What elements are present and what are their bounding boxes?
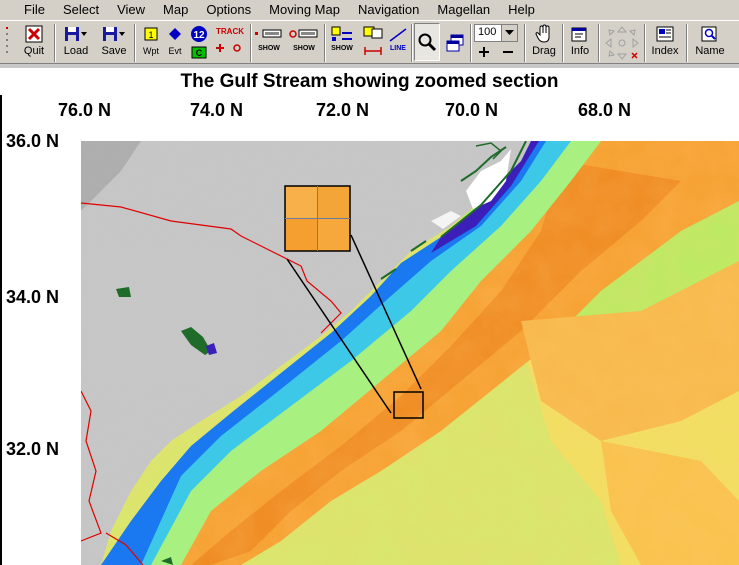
longitude-label: 74.0 N — [190, 100, 244, 120]
track-button[interactable]: TRACK — [214, 23, 246, 63]
sea-surface-temperature-image — [81, 141, 739, 565]
evt-label: Evt — [168, 46, 182, 56]
info-label: Info — [570, 45, 590, 57]
name-button[interactable]: Name — [692, 23, 728, 63]
menu-help[interactable]: Help — [499, 0, 544, 20]
flag-button[interactable] — [360, 23, 386, 63]
map-canvas[interactable] — [81, 141, 739, 565]
show-label-3: SHOW — [331, 45, 353, 52]
plus-circle-icon — [215, 39, 245, 57]
toolbar-separator — [134, 24, 136, 62]
toolbar-separator — [470, 24, 472, 62]
longitude-label: 70.0 N — [445, 100, 499, 120]
event-button[interactable]: Evt — [164, 23, 186, 63]
load-icon — [63, 23, 89, 45]
toolbar-grip[interactable] — [5, 25, 9, 59]
symbol-show-button[interactable]: SHOW — [328, 23, 356, 63]
show-label: SHOW — [258, 45, 280, 52]
info-icon — [570, 23, 590, 45]
longitude-label: 76.0 N — [58, 100, 112, 120]
measure-icon — [363, 45, 383, 57]
line-label: LINE — [390, 45, 406, 52]
quit-icon — [25, 23, 43, 45]
save-icon — [101, 23, 127, 45]
show-label-2: SHOW — [293, 45, 315, 52]
name-search-icon — [700, 23, 720, 45]
menu-select[interactable]: Select — [54, 0, 108, 20]
numbered-circle-icon: 12 — [190, 23, 208, 45]
longitude-label: 68.0 N — [578, 100, 632, 120]
flag-icon — [362, 23, 384, 45]
menu-magellan[interactable]: Magellan — [428, 0, 499, 20]
latitude-label: 34.0 N — [6, 287, 60, 307]
save-button[interactable]: Save — [98, 23, 130, 63]
save-label: Save — [101, 45, 127, 57]
windows-icon — [445, 25, 465, 61]
chevron-down-icon[interactable] — [501, 25, 517, 41]
route-badge: 12 — [193, 30, 205, 41]
zoom-in-icon[interactable] — [478, 45, 490, 63]
menu-moving-map[interactable]: Moving Map — [260, 0, 349, 20]
toolbar-separator — [562, 24, 564, 62]
latitude-label: 32.0 N — [6, 439, 60, 459]
menu-navigation[interactable]: Navigation — [349, 0, 428, 20]
load-label: Load — [63, 45, 89, 57]
line-icon — [388, 23, 408, 45]
waypoint-icon: 1 — [144, 23, 158, 45]
latitude-label: 36.0 N — [6, 131, 60, 151]
toolbar-separator — [411, 24, 413, 62]
c-badge: C — [196, 48, 203, 58]
toolbar-separator — [686, 24, 688, 62]
track-label: TRACK — [216, 26, 244, 36]
map-title: The Gulf Stream showing zoomed section — [180, 71, 559, 92]
hand-icon — [535, 23, 553, 45]
longitude-label: 72.0 N — [316, 100, 370, 120]
line-button[interactable]: LINE — [386, 23, 410, 63]
menu-view[interactable]: View — [108, 0, 154, 20]
route-button[interactable]: 12 C — [188, 23, 210, 63]
info-button[interactable]: Info — [566, 23, 594, 63]
pan-arrows-icon — [605, 26, 639, 60]
circle-show-button[interactable]: SHOW — [288, 23, 320, 63]
menu-options[interactable]: Options — [197, 0, 260, 20]
pan-arrows[interactable] — [602, 25, 642, 61]
menu-bar: File Select View Map Options Moving Map … — [0, 0, 739, 20]
menu-file[interactable]: File — [0, 0, 54, 20]
drag-label: Drag — [532, 45, 556, 57]
toolbar-separator — [250, 24, 252, 62]
toolbar-separator — [54, 24, 56, 62]
toolbar-separator — [324, 24, 326, 62]
quit-label: Quit — [23, 45, 45, 57]
line-show-button[interactable]: SHOW — [254, 23, 284, 63]
toolbar-separator — [524, 24, 526, 62]
line-style-icon — [255, 23, 283, 45]
zoom-tool-button[interactable] — [414, 23, 440, 61]
quit-button[interactable]: Quit — [20, 23, 48, 63]
index-icon — [655, 23, 675, 45]
zoom-select[interactable]: 100 — [474, 24, 518, 42]
name-label: Name — [695, 45, 725, 57]
circle-style-icon — [289, 23, 319, 45]
index-label: Index — [651, 45, 679, 57]
toolbar: Quit Load Save 1 Wpt Evt 12 C TRACK SHOW… — [0, 20, 739, 64]
toolbar-separator — [598, 24, 600, 62]
load-button[interactable]: Load — [60, 23, 92, 63]
waypoint-button[interactable]: 1 Wpt — [140, 23, 162, 63]
window-button[interactable] — [442, 23, 468, 63]
drag-button[interactable]: Drag — [530, 23, 558, 63]
menu-map[interactable]: Map — [154, 0, 197, 20]
index-button[interactable]: Index — [648, 23, 682, 63]
magnifier-icon — [417, 31, 437, 53]
symbol-icon — [330, 23, 354, 45]
zoom-out-icon[interactable] — [502, 45, 514, 63]
waypoint-badge: 1 — [148, 30, 153, 40]
zoom-value: 100 — [478, 26, 497, 38]
map-frame-edge — [0, 95, 2, 565]
wpt-label: Wpt — [142, 46, 159, 56]
diamond-icon — [168, 23, 182, 45]
c-box-icon: C — [191, 45, 207, 59]
toolbar-separator — [644, 24, 646, 62]
